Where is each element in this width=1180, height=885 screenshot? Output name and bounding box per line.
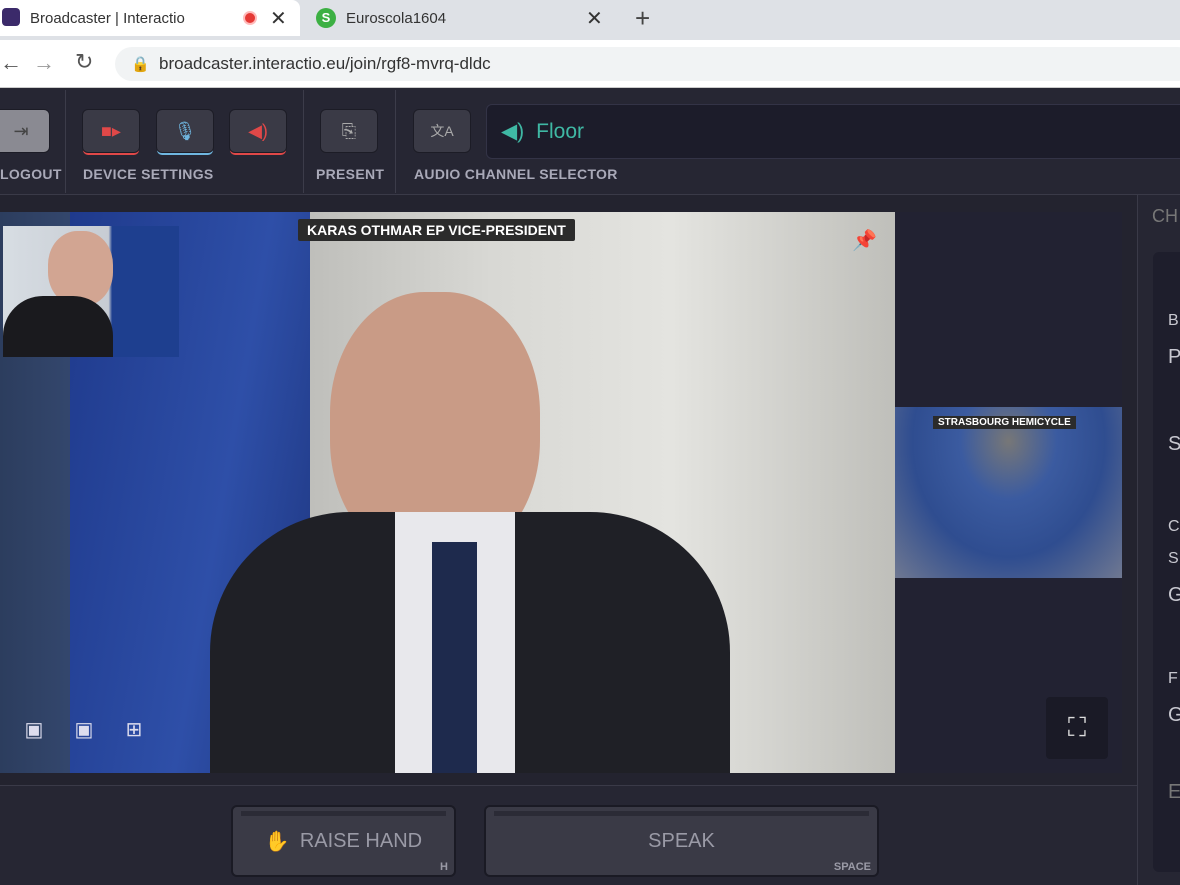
panel-text: F <box>1168 670 1178 687</box>
lock-icon: 🔒 <box>131 56 150 73</box>
panel-text: E <box>1168 781 1180 803</box>
panel-header: CH <box>1152 206 1178 226</box>
featured-layout-icon[interactable]: ▣ <box>18 716 50 742</box>
forward-icon[interactable]: → <box>33 50 55 76</box>
logout-label: LOGOUT <box>0 166 62 182</box>
url-text: broadcaster.interactio.eu/join/rgf8-mvrq… <box>159 54 491 73</box>
shortcut-key: H <box>440 861 448 873</box>
share-screen-icon: ⎘ <box>341 120 357 141</box>
panel-text: S <box>1168 550 1179 567</box>
panel-text: G <box>1168 584 1180 606</box>
present-button[interactable]: ⎘ <box>320 109 378 153</box>
raise-hand-button[interactable]: ✋ RAISE HAND H <box>231 805 456 877</box>
camera-button[interactable]: ■▸ <box>82 109 140 153</box>
panel-text: B <box>1168 312 1179 329</box>
tab-title: Broadcaster | Interactio <box>30 9 185 27</box>
self-view-video <box>3 226 179 357</box>
fullscreen-icon: ⛶ <box>1067 712 1087 742</box>
speak-label: SPEAK <box>648 829 715 852</box>
interactio-logo-icon <box>2 8 20 26</box>
panel-text: G <box>1168 704 1180 726</box>
grid-layout-icon[interactable]: ⊞ <box>118 716 150 742</box>
hemicycle-name-tag: STRASBOURG HEMICYCLE <box>933 416 1076 429</box>
translate-button[interactable]: 文A <box>413 109 471 153</box>
device-settings-label: DEVICE SETTINGS <box>83 166 214 182</box>
divider <box>303 90 304 193</box>
raise-hand-label: RAISE HAND <box>299 829 423 852</box>
pin-icon[interactable]: 📌 <box>852 228 877 253</box>
shortcut-key: SPACE <box>833 861 871 873</box>
tab-euroscola[interactable]: S Euroscola1604 ✕ <box>314 0 614 36</box>
translate-icon: 文A <box>430 123 454 139</box>
hemicycle-video[interactable] <box>895 407 1122 578</box>
panel-text: P <box>1168 346 1180 368</box>
camera-icon: ■▸ <box>101 120 121 141</box>
panel-text: S <box>1168 433 1180 455</box>
site-favicon-icon: S <box>316 8 336 28</box>
divider <box>395 90 396 193</box>
reload-icon[interactable]: ↻ <box>75 49 93 75</box>
logout-button[interactable]: ⇥ <box>0 109 50 153</box>
channel-name: Floor <box>536 119 585 143</box>
mic-muted-icon: 🎙 <box>173 120 197 141</box>
speak-button[interactable]: SPEAK SPACE <box>484 805 879 877</box>
logout-icon: ⇥ <box>13 120 29 141</box>
speaker-icon: ◀) <box>248 120 268 141</box>
close-tab-icon[interactable]: ✕ <box>586 6 603 31</box>
audio-channel-selector-label: AUDIO CHANNEL SELECTOR <box>414 166 618 182</box>
new-tab-icon[interactable]: + <box>635 3 650 34</box>
speaker-volume-icon: ◀) <box>501 120 525 143</box>
fullscreen-button[interactable]: ⛶ <box>1046 697 1108 759</box>
pinned-layout-icon[interactable]: ▣ <box>68 716 100 742</box>
divider <box>65 90 66 193</box>
audio-channel-dropdown[interactable]: ◀) Floor <box>486 104 1180 159</box>
present-label: PRESENT <box>316 166 385 182</box>
close-tab-icon[interactable]: ✕ <box>270 6 287 31</box>
back-icon[interactable]: ← <box>0 50 22 76</box>
speaker-button[interactable]: ◀) <box>229 109 287 153</box>
recording-icon <box>243 11 257 25</box>
panel-text: C <box>1168 518 1180 535</box>
microphone-button[interactable]: 🎙 <box>156 109 214 153</box>
tab-title: Euroscola1604 <box>346 9 447 27</box>
raise-hand-icon: ✋ <box>264 830 290 853</box>
tab-broadcaster[interactable]: Broadcaster | Interactio ✕ <box>0 0 300 36</box>
url-field[interactable]: 🔒 broadcaster.interactio.eu/join/rgf8-mv… <box>115 47 1180 81</box>
speaker-person <box>210 272 730 773</box>
speaker-name-tag: KARAS OTHMAR EP VICE-PRESIDENT <box>298 219 575 241</box>
